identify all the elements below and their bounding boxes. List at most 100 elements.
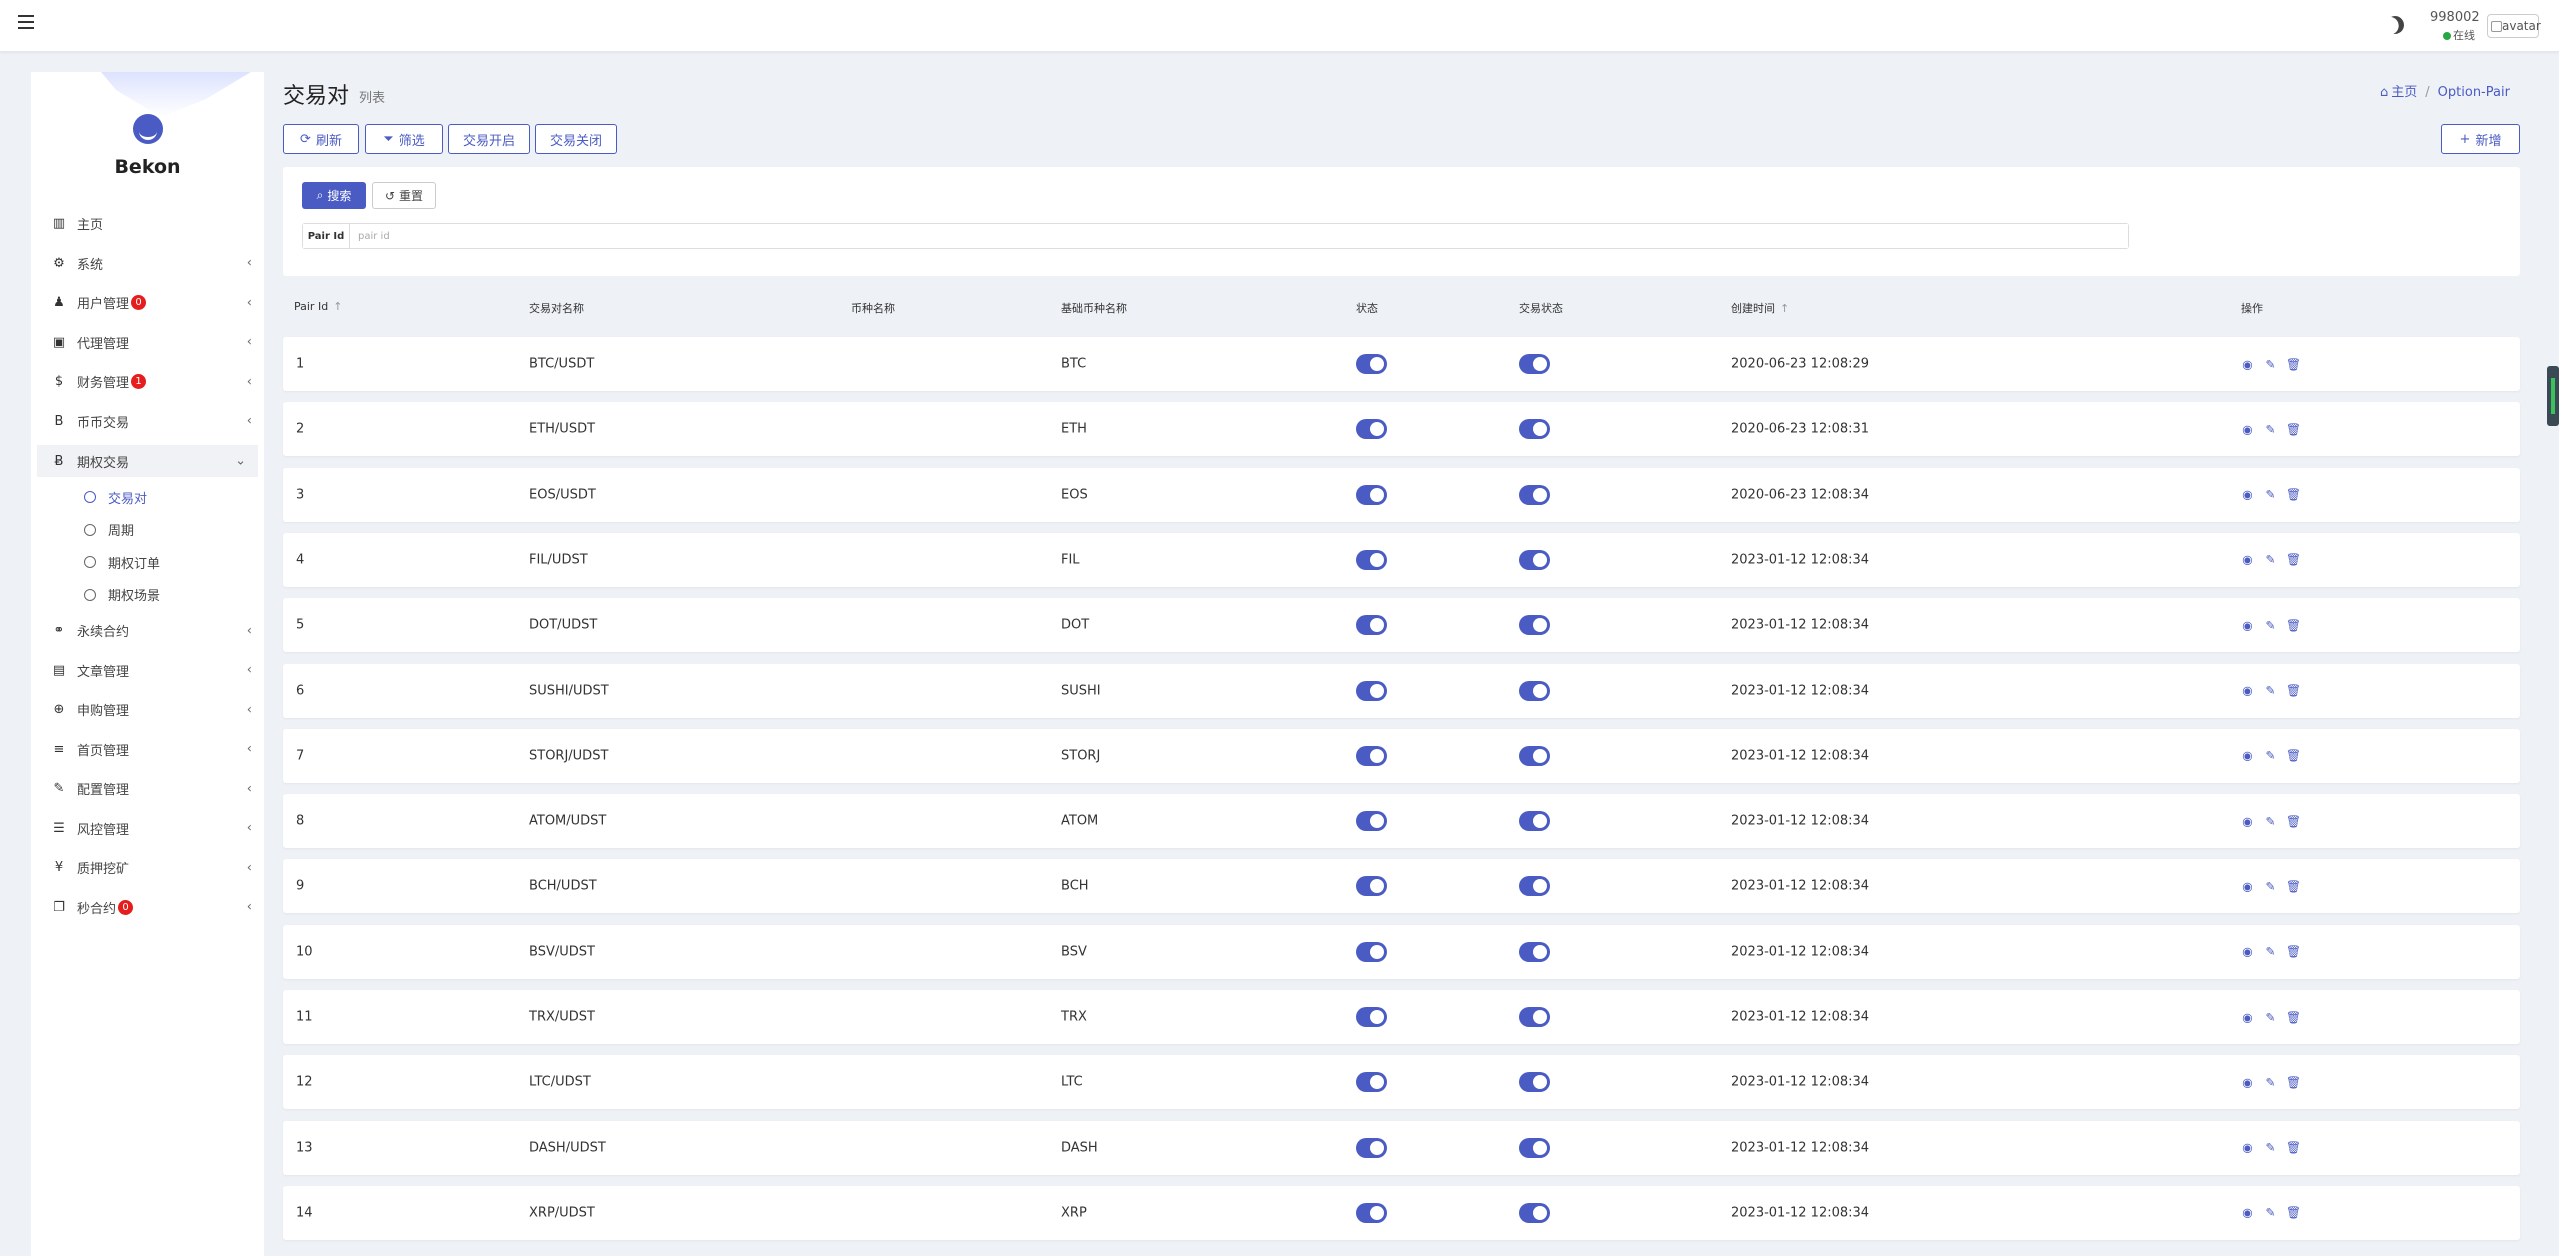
status-toggle[interactable] <box>1356 1137 1387 1158</box>
sidebar-item-system[interactable]: ⚙ 系统 ‹ <box>31 244 264 284</box>
sidebar-subitem-orders[interactable]: 期权订单 <box>31 546 264 579</box>
trade-status-toggle[interactable] <box>1519 876 1550 897</box>
trade-status-toggle[interactable] <box>1519 354 1550 374</box>
trade-status-toggle[interactable] <box>1519 419 1550 440</box>
trade-status-toggle[interactable] <box>1519 1202 1550 1223</box>
avatar[interactable]: avatar <box>2487 14 2541 38</box>
edit-pencil-icon[interactable]: ✎ <box>2264 1010 2277 1024</box>
status-toggle[interactable] <box>1356 419 1387 440</box>
view-eye-icon[interactable]: ◉ <box>2241 553 2254 567</box>
sidebar-subitem-pairs[interactable]: 交易对 <box>31 481 264 514</box>
view-eye-icon[interactable]: ◉ <box>2241 1075 2254 1089</box>
sidebar-item-spot[interactable]: B 币币交易 ‹ <box>31 402 264 442</box>
sidebar-subitem-scenes[interactable]: 期权场景 <box>31 579 264 612</box>
view-eye-icon[interactable]: ◉ <box>2241 618 2254 632</box>
delete-trash-icon[interactable]: 🗑 <box>2286 422 2301 436</box>
edit-pencil-icon[interactable]: ✎ <box>2264 945 2277 959</box>
brand-logo-icon[interactable] <box>133 114 163 144</box>
status-toggle[interactable] <box>1356 941 1387 962</box>
brand-name[interactable]: Bekon <box>31 156 264 178</box>
sidebar-item-seconds[interactable]: ❐ 秒合约 0 ‹ <box>31 888 264 928</box>
filter-button[interactable]: ⏷ 筛选 <box>365 124 443 154</box>
edit-pencil-icon[interactable]: ✎ <box>2264 1141 2277 1155</box>
view-eye-icon[interactable]: ◉ <box>2241 357 2254 371</box>
view-eye-icon[interactable]: ◉ <box>2241 814 2254 828</box>
scrollbar-thumb[interactable] <box>2547 366 2559 426</box>
trade-status-toggle[interactable] <box>1519 1072 1550 1093</box>
status-toggle[interactable] <box>1356 680 1387 701</box>
view-eye-icon[interactable]: ◉ <box>2241 1010 2254 1024</box>
delete-trash-icon[interactable]: 🗑 <box>2286 1075 2301 1089</box>
delete-trash-icon[interactable]: 🗑 <box>2286 357 2301 371</box>
trade-status-toggle[interactable] <box>1519 1007 1550 1027</box>
status-toggle[interactable] <box>1356 484 1387 505</box>
sidebar-item-staking[interactable]: ¥ 质押挖矿 ‹ <box>31 848 264 888</box>
view-eye-icon[interactable]: ◉ <box>2241 1141 2254 1155</box>
trade-status-toggle[interactable] <box>1519 811 1550 832</box>
view-eye-icon[interactable]: ◉ <box>2241 422 2254 436</box>
delete-trash-icon[interactable]: 🗑 <box>2286 488 2301 502</box>
trade-status-toggle[interactable] <box>1519 680 1550 701</box>
pair-id-input[interactable] <box>350 224 2128 248</box>
status-toggle[interactable] <box>1356 354 1387 374</box>
delete-trash-icon[interactable]: 🗑 <box>2286 684 2301 698</box>
edit-pencil-icon[interactable]: ✎ <box>2264 618 2277 632</box>
edit-pencil-icon[interactable]: ✎ <box>2264 553 2277 567</box>
edit-pencil-icon[interactable]: ✎ <box>2264 879 2277 893</box>
view-eye-icon[interactable]: ◉ <box>2241 488 2254 502</box>
status-toggle[interactable] <box>1356 745 1387 766</box>
column-created-at[interactable]: 创建时间 ↑ <box>1731 300 1789 316</box>
delete-trash-icon[interactable]: 🗑 <box>2286 945 2301 959</box>
delete-trash-icon[interactable]: 🗑 <box>2286 1010 2301 1024</box>
status-toggle[interactable] <box>1356 615 1387 636</box>
status-toggle[interactable] <box>1356 811 1387 832</box>
hamburger-menu-icon[interactable] <box>18 15 34 29</box>
trade-status-toggle[interactable] <box>1519 615 1550 636</box>
trade-open-button[interactable]: 交易开启 <box>448 124 530 154</box>
sidebar-item-finance[interactable]: $ 财务管理 1 ‹ <box>31 362 264 402</box>
status-toggle[interactable] <box>1356 1202 1387 1223</box>
delete-trash-icon[interactable]: 🗑 <box>2286 749 2301 763</box>
add-button[interactable]: + 新增 <box>2441 124 2520 154</box>
trade-close-button[interactable]: 交易关闭 <box>535 124 617 154</box>
trade-status-toggle[interactable] <box>1519 484 1550 505</box>
delete-trash-icon[interactable]: 🗑 <box>2286 618 2301 632</box>
delete-trash-icon[interactable]: 🗑 <box>2286 814 2301 828</box>
trade-status-toggle[interactable] <box>1519 941 1550 962</box>
edit-pencil-icon[interactable]: ✎ <box>2264 357 2277 371</box>
trade-status-toggle[interactable] <box>1519 1137 1550 1158</box>
column-pair-id[interactable]: Pair Id ↑ <box>294 300 342 313</box>
edit-pencil-icon[interactable]: ✎ <box>2264 814 2277 828</box>
delete-trash-icon[interactable]: 🗑 <box>2286 1206 2301 1220</box>
breadcrumb-home-link[interactable]: 主页 <box>2380 85 2417 100</box>
refresh-button[interactable]: ⟳ 刷新 <box>283 124 359 154</box>
trade-status-toggle[interactable] <box>1519 745 1550 766</box>
status-toggle[interactable] <box>1356 1072 1387 1093</box>
status-toggle[interactable] <box>1356 876 1387 897</box>
sidebar-item-home[interactable]: ▥ 主页 <box>31 204 264 244</box>
sidebar-item-subscription[interactable]: ⊕ 申购管理 ‹ <box>31 690 264 730</box>
sidebar-item-perpetual[interactable]: ⚭ 永续合约 ‹ <box>31 611 264 651</box>
dark-mode-moon-icon[interactable] <box>2383 13 2408 38</box>
sidebar-subitem-period[interactable]: 周期 <box>31 514 264 547</box>
sidebar-item-risk[interactable]: ☰ 风控管理 ‹ <box>31 809 264 849</box>
sort-icon[interactable]: ↑ <box>333 300 342 313</box>
view-eye-icon[interactable]: ◉ <box>2241 879 2254 893</box>
search-button[interactable]: ⌕ 搜索 <box>302 182 366 209</box>
sidebar-item-options[interactable]: Ƀ 期权交易 ⌄ <box>37 445 258 477</box>
user-id[interactable]: 998002 <box>2430 10 2480 25</box>
view-eye-icon[interactable]: ◉ <box>2241 749 2254 763</box>
edit-pencil-icon[interactable]: ✎ <box>2264 1206 2277 1220</box>
edit-pencil-icon[interactable]: ✎ <box>2264 422 2277 436</box>
status-toggle[interactable] <box>1356 1007 1387 1027</box>
sort-icon[interactable]: ↑ <box>1780 302 1789 315</box>
delete-trash-icon[interactable]: 🗑 <box>2286 879 2301 893</box>
sidebar-item-homepage[interactable]: ≡ 首页管理 ‹ <box>31 730 264 770</box>
reset-button[interactable]: ↺ 重置 <box>372 182 436 209</box>
edit-pencil-icon[interactable]: ✎ <box>2264 684 2277 698</box>
edit-pencil-icon[interactable]: ✎ <box>2264 488 2277 502</box>
sidebar-item-users[interactable]: ♟ 用户管理 0 ‹ <box>31 283 264 323</box>
sidebar-item-agents[interactable]: ▣ 代理管理 ‹ <box>31 323 264 363</box>
trade-status-toggle[interactable] <box>1519 549 1550 570</box>
status-toggle[interactable] <box>1356 549 1387 570</box>
